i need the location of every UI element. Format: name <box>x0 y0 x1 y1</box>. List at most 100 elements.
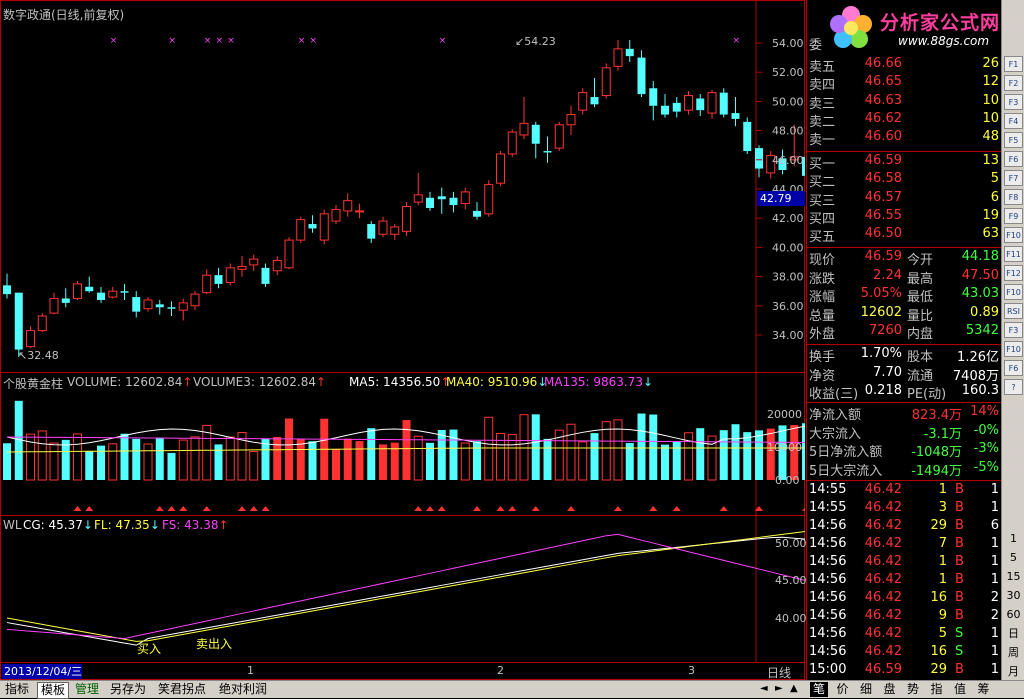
period-button[interactable]: 30 <box>1004 587 1023 604</box>
candle-body <box>637 57 646 95</box>
toolbar-button-f7[interactable]: F7 <box>1004 170 1023 186</box>
wl-name[interactable]: WL <box>3 518 22 532</box>
toolbar-button-f10[interactable]: F10 <box>1004 284 1023 300</box>
bottom-tab[interactable]: 指标 <box>2 682 32 697</box>
flow-label: 5日净流入额 <box>809 445 883 460</box>
volume-bar <box>719 430 728 480</box>
period-button[interactable]: 15 <box>1004 568 1023 585</box>
tick-row: 14:56 46.42 16 S 1 <box>807 644 1002 662</box>
volume-bar <box>566 423 576 481</box>
panel-tab[interactable]: 势 <box>904 682 922 697</box>
scroll-up-icon[interactable]: ▲ <box>790 683 798 694</box>
candle-body <box>355 210 364 213</box>
candle-body <box>519 122 529 136</box>
candle-body <box>225 267 235 283</box>
x-month-2: 2 <box>497 664 504 677</box>
x-month-1: 1 <box>247 664 254 677</box>
panel-tab[interactable]: 细 <box>857 682 875 697</box>
panel-tab[interactable]: 筹 <box>975 682 993 697</box>
sell-label: 卖二 <box>809 114 836 130</box>
tick-side: B <box>955 608 964 623</box>
volume-bar <box>766 428 775 480</box>
period-button[interactable]: 1 <box>1004 530 1023 547</box>
volume-bar <box>132 438 141 480</box>
bottom-tab[interactable]: 模板 <box>37 682 70 699</box>
toolbar-button-f9[interactable]: F9 <box>1004 208 1023 224</box>
candle-body <box>155 304 164 308</box>
signal-marker-icon <box>249 506 258 511</box>
scroll-right-icon[interactable]: ► <box>775 683 783 694</box>
price-tick-label: 48.00 <box>772 125 804 138</box>
wl-fl-line <box>6 530 805 642</box>
toolbar-button-f2[interactable]: F2 <box>1004 75 1023 91</box>
quote-value: 43.03 <box>961 286 999 302</box>
signal-marker-icon <box>155 506 164 511</box>
period-button[interactable]: 月 <box>1004 663 1023 680</box>
bottom-tab[interactable]: 笑君拐点 <box>155 682 209 697</box>
toolbar-button-f10[interactable]: F10 <box>1004 341 1023 357</box>
volume-bar <box>601 421 611 481</box>
buy-label: 买一 <box>809 157 836 172</box>
tick-side: S <box>955 644 964 659</box>
top-cross-marker: × <box>204 36 212 46</box>
period-button[interactable]: 5 <box>1004 549 1023 566</box>
tick-price: 46.42 <box>864 500 902 515</box>
tick-price: 46.42 <box>864 572 902 587</box>
candle-body <box>261 267 270 284</box>
toolbar-button-f3[interactable]: F3 <box>1004 94 1023 110</box>
bottom-tab[interactable]: 管理 <box>72 682 102 697</box>
volume-bar <box>167 452 176 480</box>
toolbar-button-f8[interactable]: F8 <box>1004 189 1023 205</box>
toolbar-button-f10[interactable]: F10 <box>1004 227 1023 243</box>
chart-title: 数字政通(日线,前复权) <box>3 8 125 22</box>
panel-tab[interactable]: 值 <box>951 682 969 697</box>
toolbar-button-f5[interactable]: F5 <box>1004 132 1023 148</box>
candle-body <box>661 105 669 115</box>
bottom-tab[interactable]: 绝对利润 <box>216 682 270 697</box>
signal-markers <box>73 506 805 511</box>
toolbar-button-f11[interactable]: F11 <box>1004 246 1023 262</box>
fund-label: 换手 <box>809 350 836 365</box>
logo-url: www.88gs.com <box>898 34 990 48</box>
toolbar-button-help[interactable]: ? <box>1004 379 1023 395</box>
toolbar-button-f1[interactable]: F1 <box>1004 56 1023 72</box>
tick-side: B <box>955 536 964 551</box>
toolbar-button-f12[interactable]: F12 <box>1004 265 1023 281</box>
candle-body <box>743 121 752 152</box>
signal-marker-icon <box>167 506 176 511</box>
tick-time: 14:56 <box>809 572 847 587</box>
toolbar-button-rsi[interactable]: RSI <box>1004 303 1023 319</box>
toolbar-button-f3[interactable]: F3 <box>1004 322 1023 338</box>
volume-bar <box>731 424 740 480</box>
period-button[interactable]: 60 <box>1004 606 1023 623</box>
period-label[interactable]: 日线 <box>767 664 791 681</box>
volume-bar <box>37 430 47 481</box>
tick-volume: 1 <box>938 482 947 497</box>
wl-tick-45: 45.00 <box>775 574 807 587</box>
panel-tab[interactable]: 笔 <box>810 682 829 697</box>
bottom-tab[interactable]: 另存为 <box>107 682 149 697</box>
panel-tab[interactable]: 指 <box>928 682 946 697</box>
candle-body <box>108 290 118 298</box>
flow-row: 净流入额 823.4万 14% <box>807 404 1002 423</box>
chart-area[interactable]: × × × × × × × × × 54.00 52.00 50.00 48.00 46.00 44.00… <box>0 0 807 681</box>
tick-price: 46.42 <box>864 518 902 533</box>
candle-body <box>143 299 153 310</box>
sell-price: 46.63 <box>864 92 902 108</box>
tick-row: 14:56 46.42 7 B 1 <box>807 536 1002 554</box>
tick-time: 14:56 <box>809 518 847 533</box>
quote-label: 内盘 <box>907 327 934 343</box>
panel-tab[interactable]: 盘 <box>881 682 899 697</box>
tick-volume: 16 <box>930 590 947 605</box>
period-button[interactable]: 周 <box>1004 644 1023 661</box>
candle-body <box>413 194 423 203</box>
toolbar-button-f4[interactable]: F4 <box>1004 113 1023 129</box>
candle-body <box>284 239 294 269</box>
scroll-left-icon[interactable]: ◄ <box>760 683 768 694</box>
toolbar-button-f6[interactable]: F6 <box>1004 151 1023 167</box>
period-button[interactable]: 日 <box>1004 625 1023 642</box>
wl-buy-label: 买入 <box>137 642 162 656</box>
volume-indicator-name[interactable]: 个股黄金柱 <box>3 375 63 392</box>
toolbar-button-f6[interactable]: F6 <box>1004 360 1023 376</box>
panel-tab[interactable]: 价 <box>834 682 852 697</box>
